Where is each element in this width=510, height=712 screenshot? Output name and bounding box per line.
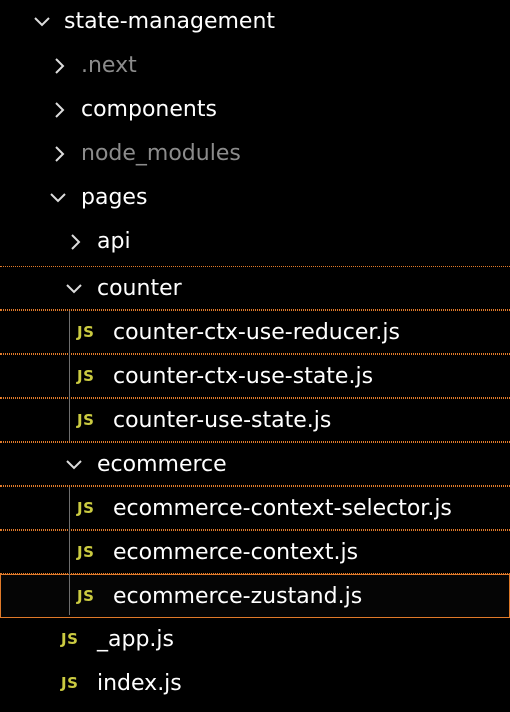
file-explorer-tree: state-management .next components node_m… bbox=[0, 0, 510, 712]
tree-item-label: counter bbox=[97, 276, 182, 301]
tree-item-label: ecommerce-context-selector.js bbox=[113, 496, 452, 521]
javascript-file-icon: JS bbox=[61, 630, 79, 648]
tree-item-pages[interactable]: pages bbox=[0, 176, 510, 220]
tree-item-label: .next bbox=[81, 53, 137, 78]
tree-item-counter-ctx-use-reducer[interactable]: JS counter-ctx-use-reducer.js bbox=[0, 310, 510, 354]
tree-item-label: ecommerce-context.js bbox=[113, 540, 359, 565]
javascript-file-icon: JS bbox=[77, 367, 95, 385]
chevron-down-icon bbox=[48, 176, 68, 220]
tree-item-next[interactable]: .next bbox=[0, 44, 510, 88]
javascript-file-icon: JS bbox=[77, 499, 95, 517]
tree-item-ecommerce-zustand[interactable]: JS ecommerce-zustand.js bbox=[0, 574, 510, 618]
chevron-right-icon bbox=[66, 220, 86, 264]
tree-item-label: ecommerce-zustand.js bbox=[113, 584, 363, 609]
chevron-down-icon bbox=[32, 0, 52, 44]
tree-item-label: state-management bbox=[64, 9, 276, 34]
tree-item-label: components bbox=[81, 97, 217, 122]
tree-item-state-management[interactable]: state-management bbox=[0, 0, 510, 44]
tree-item-label: counter-use-state.js bbox=[113, 408, 332, 433]
chevron-right-icon bbox=[50, 132, 70, 176]
tree-item-label: counter-ctx-use-reducer.js bbox=[113, 320, 400, 345]
javascript-file-icon: JS bbox=[77, 543, 95, 561]
tree-item-counter[interactable]: counter bbox=[0, 266, 510, 310]
javascript-file-icon: JS bbox=[77, 587, 95, 605]
javascript-file-icon: JS bbox=[61, 674, 79, 692]
tree-item-counter-ctx-use-state[interactable]: JS counter-ctx-use-state.js bbox=[0, 354, 510, 398]
javascript-file-icon: JS bbox=[77, 411, 95, 429]
tree-item-node-modules[interactable]: node_modules bbox=[0, 132, 510, 176]
tree-item-label: ecommerce bbox=[97, 452, 227, 477]
indent-guide-ecommerce bbox=[69, 487, 70, 615]
tree-item-api[interactable]: api bbox=[0, 220, 510, 264]
tree-item-components[interactable]: components bbox=[0, 88, 510, 132]
tree-item-label: _app.js bbox=[97, 627, 174, 652]
tree-item-ecommerce[interactable]: ecommerce bbox=[0, 442, 510, 486]
tree-item-label: api bbox=[97, 229, 131, 254]
tree-item-ecommerce-context-selector[interactable]: JS ecommerce-context-selector.js bbox=[0, 486, 510, 530]
tree-item-index[interactable]: JS index.js bbox=[0, 662, 510, 706]
indent-guide-counter bbox=[69, 311, 70, 441]
tree-item-counter-use-state[interactable]: JS counter-use-state.js bbox=[0, 398, 510, 442]
chevron-right-icon bbox=[50, 44, 70, 88]
tree-item-label: pages bbox=[81, 185, 148, 210]
javascript-file-icon: JS bbox=[77, 323, 95, 341]
chevron-right-icon bbox=[50, 88, 70, 132]
tree-item-label: node_modules bbox=[81, 141, 241, 166]
tree-item-label: index.js bbox=[97, 671, 182, 696]
tree-item-ecommerce-context[interactable]: JS ecommerce-context.js bbox=[0, 530, 510, 574]
tree-item-app[interactable]: JS _app.js bbox=[0, 618, 510, 662]
chevron-down-icon bbox=[64, 267, 84, 311]
tree-item-label: counter-ctx-use-state.js bbox=[113, 364, 374, 389]
chevron-down-icon bbox=[64, 443, 84, 487]
